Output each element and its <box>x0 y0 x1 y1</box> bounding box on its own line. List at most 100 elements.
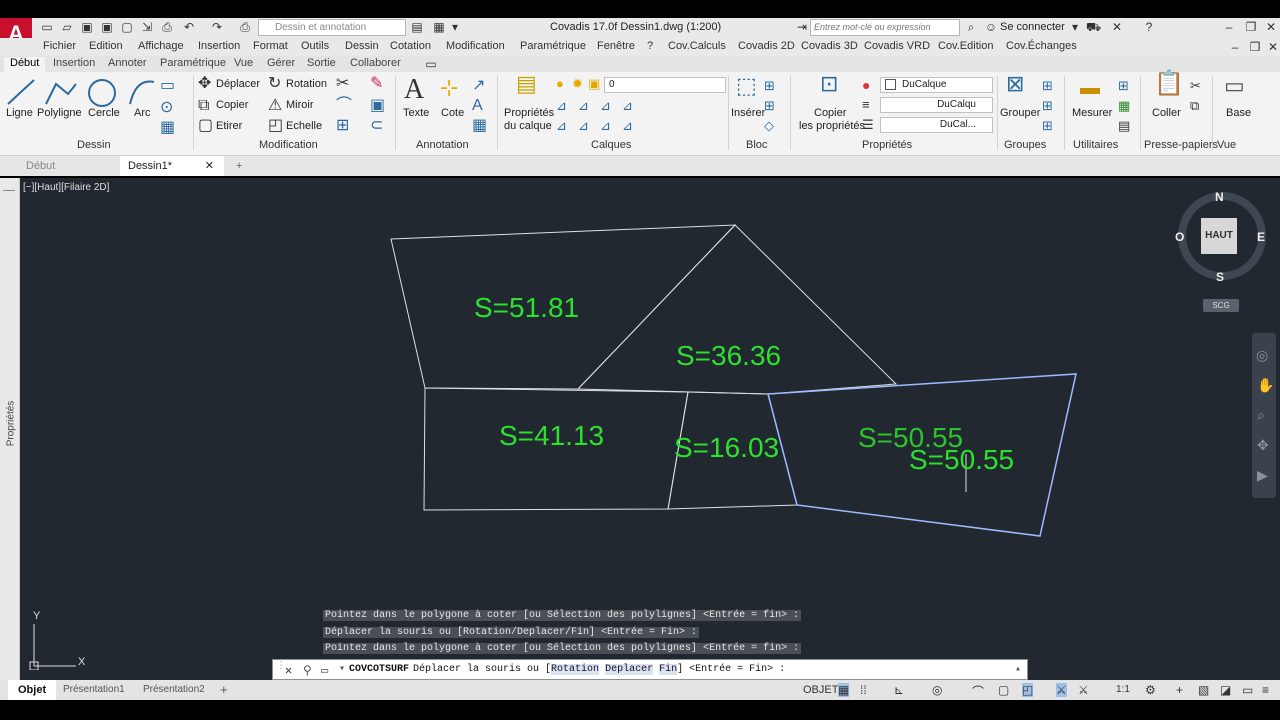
group-edit-icon[interactable]: ⊞ <box>1042 98 1053 114</box>
create-block-icon[interactable]: ⊞ <box>764 78 775 94</box>
isodraft-icon[interactable]: ⌒ <box>972 683 984 700</box>
layer-tool-1-icon[interactable]: ⊿ <box>556 98 567 114</box>
layer-lock-icon[interactable]: ▣ <box>588 76 600 92</box>
snap-icon[interactable]: ⁞⁞ <box>860 683 867 697</box>
menu-modification[interactable]: Modification <box>446 40 505 52</box>
layers-icon[interactable]: ▦ <box>432 20 446 34</box>
chevron-down-icon[interactable]: ▾ <box>339 663 345 675</box>
compass-west[interactable]: O <box>1175 230 1184 244</box>
new-icon[interactable]: ▭ <box>40 20 54 34</box>
customize-icon[interactable]: ≡ <box>1262 683 1269 697</box>
binoculars-icon[interactable]: ⌕ <box>964 20 978 34</box>
chevron-down-icon[interactable]: ▾ <box>448 20 462 34</box>
tab-gerer[interactable]: Gérer <box>267 57 295 69</box>
properties-palette[interactable]: Propriétés <box>0 178 20 680</box>
coller-button[interactable]: Coller <box>1152 107 1181 119</box>
layout-tab-presentation1[interactable]: Présentation1 <box>63 684 125 695</box>
print-icon[interactable]: ⎙ <box>160 20 174 34</box>
etirer-button[interactable]: Etirer <box>216 120 242 132</box>
layer-on-icon[interactable]: ● <box>556 76 564 92</box>
restore-doc-icon[interactable]: ❐ <box>1248 40 1262 54</box>
menu-edition[interactable]: Edition <box>89 40 123 52</box>
cmd-option-fin[interactable]: Fin <box>659 664 678 675</box>
leader-icon[interactable]: ↗ <box>472 78 485 94</box>
rectangle-icon[interactable]: ▭ <box>160 78 175 94</box>
cmd-history-toggle-icon[interactable]: ▴ <box>1015 663 1021 675</box>
model-space-toggle[interactable]: OBJET <box>803 684 838 696</box>
texte-button[interactable]: Texte <box>403 107 429 119</box>
linetype-icon[interactable]: ☰ <box>862 117 874 133</box>
save-icon[interactable]: ▣ <box>80 20 94 34</box>
grouper-button[interactable]: Grouper <box>1000 107 1040 119</box>
table-icon[interactable]: A <box>472 98 483 114</box>
copy-clip-icon[interactable]: ⧉ <box>1190 98 1199 114</box>
layer-tool-6-icon[interactable]: ⊿ <box>578 118 589 134</box>
workspace-icon[interactable]: ▤ <box>410 20 424 34</box>
signin-link[interactable]: Se connecter <box>1000 21 1065 33</box>
inserer-button[interactable]: Insérer <box>731 107 765 119</box>
echelle-button[interactable]: Echelle <box>286 120 322 132</box>
group-icon[interactable]: ⊠ <box>1006 73 1024 95</box>
cmd-customize-icon[interactable]: ⚲ <box>303 663 312 678</box>
clean-screen-icon[interactable]: ▭ <box>1242 683 1253 697</box>
info-icon[interactable]: ⇥ <box>795 20 809 34</box>
group-bloc[interactable]: Bloc <box>746 139 767 151</box>
layer-tool-2-icon[interactable]: ⊿ <box>578 98 589 114</box>
lineweight-icon[interactable]: ≡ <box>862 97 870 113</box>
menu-covadis-2d[interactable]: Covadis 2D <box>738 40 795 52</box>
layout-tab-presentation2[interactable]: Présentation2 <box>143 684 205 695</box>
undo-icon[interactable]: ↶ <box>182 20 196 34</box>
menu-cov-calculs[interactable]: Cov.Calculs <box>668 40 726 52</box>
user-icon[interactable]: ☺ <box>984 20 998 34</box>
group-select-icon[interactable]: ⊞ <box>1042 118 1053 134</box>
layer-select[interactable]: 0 <box>604 77 726 93</box>
group-utilitaires[interactable]: Utilitaires <box>1073 139 1118 151</box>
copy-icon[interactable]: ⧉ <box>198 98 209 114</box>
hardware-accel-icon[interactable]: ▧ <box>1198 683 1209 697</box>
erase-icon[interactable]: ✎ <box>370 76 383 92</box>
cercle-button[interactable]: Cercle <box>88 107 120 119</box>
copier-proprietes-line1[interactable]: Copier <box>814 107 846 119</box>
ucs-menu[interactable]: SCG <box>1203 299 1239 312</box>
tab-parametrique[interactable]: Paramétrique <box>160 57 226 69</box>
pan-icon[interactable]: ✋ <box>1257 377 1274 394</box>
tab-annoter[interactable]: Annoter <box>108 57 147 69</box>
region-icon[interactable]: ▦ <box>160 120 175 136</box>
save-cloud-icon[interactable]: ▢ <box>120 20 134 34</box>
tab-insertion[interactable]: Insertion <box>53 57 95 69</box>
menu-fichier[interactable]: Fichier <box>43 40 76 52</box>
cote-button[interactable]: Cote <box>441 107 464 119</box>
copier-button[interactable]: Copier <box>216 99 248 111</box>
layer-freeze-icon[interactable]: ✹ <box>572 76 583 92</box>
deplacer-button[interactable]: Déplacer <box>216 78 260 90</box>
chevron-down-icon[interactable]: ▾ <box>1068 20 1082 34</box>
dimension-icon[interactable]: ⊹ <box>440 77 458 99</box>
text-icon[interactable]: A <box>404 74 424 106</box>
minimize-doc-icon[interactable]: – <box>1228 40 1242 54</box>
menu-format[interactable]: Format <box>253 40 288 52</box>
showmotion-icon[interactable]: ▶ <box>1257 467 1268 484</box>
steering-wheel-icon[interactable]: ◎ <box>1256 347 1268 364</box>
command-line[interactable]: ⋮ ✕ ⚲ ▭ ▾ COVCOTSURF Déplacer la souris … <box>272 659 1028 680</box>
grid-table-icon[interactable]: ▦ <box>472 118 487 134</box>
fillet-icon[interactable]: ⌒ <box>336 98 352 114</box>
save-as-icon[interactable]: ▣ <box>100 20 114 34</box>
array-icon[interactable]: ⊞ <box>336 118 349 134</box>
base-button[interactable]: Base <box>1226 107 1251 119</box>
ungroup-icon[interactable]: ⊞ <box>1042 78 1053 94</box>
group-modification[interactable]: Modification <box>259 139 318 151</box>
compass-south[interactable]: S <box>1216 270 1224 284</box>
import-icon[interactable]: ⇲ <box>140 20 154 34</box>
new-tab-plus-icon[interactable]: + <box>228 156 250 176</box>
miroir-button[interactable]: Miroir <box>286 99 314 111</box>
annotation-scale-icon[interactable]: ⚔ <box>1078 683 1089 697</box>
stretch-icon[interactable]: ▢ <box>198 118 213 134</box>
base-view-icon[interactable]: ▭ <box>1224 75 1245 97</box>
cut-icon[interactable]: ✂ <box>1190 78 1201 94</box>
trim-icon[interactable]: ✂ <box>336 76 349 92</box>
compass-east[interactable]: E <box>1257 230 1265 244</box>
polar-icon[interactable]: ◎ <box>932 683 942 697</box>
cmd-option-deplacer[interactable]: Deplacer <box>605 664 654 675</box>
measure-icon[interactable]: ▬ <box>1080 78 1100 98</box>
layer-tool-3-icon[interactable]: ⊿ <box>600 98 611 114</box>
